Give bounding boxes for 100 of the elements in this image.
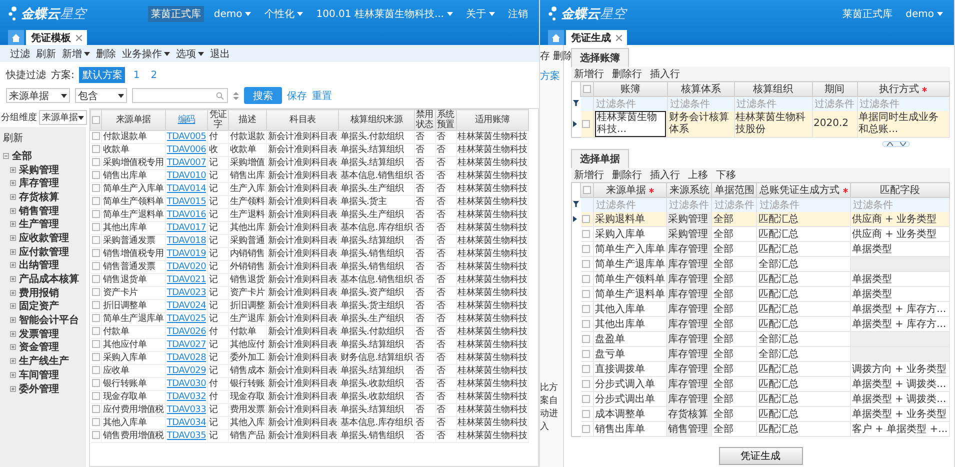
- checkbox[interactable]: [582, 244, 590, 253]
- checkbox[interactable]: [582, 410, 590, 418]
- search-field[interactable]: [132, 88, 228, 103]
- tree-item[interactable]: 生产线生产: [19, 354, 69, 368]
- header-menu-item[interactable]: 注销: [505, 6, 531, 22]
- column-header[interactable]: 禁用状态: [414, 110, 436, 130]
- checkbox[interactable]: [583, 84, 591, 93]
- section-tab[interactable]: 选择单据: [571, 149, 629, 168]
- code-link[interactable]: TDAV007: [165, 156, 208, 170]
- link[interactable]: 重置: [312, 88, 332, 102]
- column-header[interactable]: 科目表: [266, 110, 339, 130]
- code-link[interactable]: TDAV033: [165, 404, 208, 416]
- toolbar-button[interactable]: 新增: [62, 46, 90, 60]
- expand-icon[interactable]: [10, 234, 16, 241]
- checkbox[interactable]: [582, 334, 590, 343]
- header-menu-item[interactable]: 莱茵正式库: [148, 6, 204, 22]
- scheme-tab[interactable]: 1: [130, 68, 143, 82]
- code-link[interactable]: TDAV026: [165, 326, 208, 338]
- column-header[interactable]: 单据范围: [712, 182, 757, 198]
- operator-select[interactable]: 包含: [75, 88, 127, 103]
- scheme-link[interactable]: 方案: [540, 69, 563, 83]
- generate-voucher-button[interactable]: 凭证生成: [718, 447, 802, 465]
- column-header[interactable]: 来源系统: [666, 182, 712, 198]
- toolbar-button[interactable]: 刷新: [36, 46, 56, 60]
- code-link[interactable]: TDAV006: [165, 144, 208, 156]
- toolbar-button[interactable]: 上移: [688, 168, 708, 182]
- expand-icon[interactable]: [10, 221, 16, 228]
- checkbox[interactable]: [92, 223, 100, 232]
- expand-icon[interactable]: [10, 386, 16, 392]
- checkbox[interactable]: [92, 197, 100, 206]
- checkbox[interactable]: [92, 379, 100, 388]
- column-header[interactable]: 期间: [812, 82, 858, 96]
- checkbox[interactable]: [582, 214, 590, 223]
- toolbar-button[interactable]: 退出: [210, 46, 230, 60]
- checkbox[interactable]: [583, 186, 592, 194]
- column-header[interactable]: 来源单据: [594, 182, 667, 198]
- checkbox[interactable]: [92, 236, 100, 244]
- expand-icon[interactable]: [10, 180, 16, 186]
- refresh-link[interactable]: 刷新: [0, 129, 86, 149]
- expand-icon[interactable]: [10, 372, 16, 378]
- expand-icon[interactable]: [10, 208, 16, 214]
- header-menu-item[interactable]: demo: [210, 8, 254, 20]
- toolbar-button[interactable]: 选项: [176, 46, 204, 60]
- checkbox[interactable]: [92, 171, 100, 180]
- code-link[interactable]: TDAV032: [165, 390, 208, 404]
- code-link[interactable]: TDAV029: [165, 364, 208, 378]
- code-link[interactable]: TDAV028: [165, 352, 208, 364]
- tree-item[interactable]: 销售管理: [19, 204, 59, 218]
- tree-item[interactable]: 智能会计平台: [19, 313, 79, 328]
- checkbox[interactable]: [582, 290, 590, 298]
- code-link[interactable]: TDAV030: [165, 378, 208, 390]
- header-menu-item[interactable]: 个性化: [261, 6, 306, 22]
- toolbar-button[interactable]: 业务操作: [122, 46, 170, 60]
- checkbox[interactable]: [92, 327, 100, 336]
- collapse-icon[interactable]: [3, 152, 9, 159]
- toolbar-button[interactable]: 删除行: [612, 67, 642, 81]
- close-icon[interactable]: [616, 34, 622, 40]
- toolbar-button[interactable]: 新增行: [574, 168, 604, 182]
- code-link[interactable]: TDAV027: [165, 338, 208, 352]
- column-header[interactable]: 执行方式: [857, 82, 950, 96]
- sort-icon[interactable]: [233, 92, 239, 100]
- tree-item[interactable]: 费用报销: [19, 286, 59, 300]
- checkbox[interactable]: [92, 275, 100, 284]
- expand-icon[interactable]: [10, 166, 16, 173]
- column-header[interactable]: 核算组织: [734, 82, 812, 96]
- link[interactable]: 保存: [287, 88, 307, 102]
- checkbox[interactable]: [92, 249, 100, 258]
- toolbar-button[interactable]: 删除: [96, 46, 116, 60]
- checkbox[interactable]: [92, 392, 100, 400]
- expand-icon[interactable]: [10, 276, 16, 282]
- code-link[interactable]: TDAV023: [165, 286, 208, 300]
- toolbar-button[interactable]: 新增行: [574, 67, 604, 81]
- section-tab[interactable]: 选择账簿: [571, 48, 629, 67]
- expand-icon[interactable]: [10, 330, 16, 337]
- checkbox[interactable]: [582, 364, 590, 373]
- tree-item[interactable]: 生产管理: [19, 217, 59, 232]
- home-tab[interactable]: [8, 30, 24, 45]
- checkbox[interactable]: [92, 288, 100, 296]
- code-link[interactable]: TDAV021: [165, 274, 208, 286]
- checkbox[interactable]: [582, 394, 590, 403]
- checkbox[interactable]: [92, 431, 100, 440]
- expand-icon[interactable]: [10, 344, 16, 350]
- column-header[interactable]: 总账凭证生成方式: [756, 182, 850, 198]
- checkbox[interactable]: [92, 418, 100, 426]
- checkbox[interactable]: [92, 366, 100, 374]
- checkbox[interactable]: [582, 260, 590, 268]
- code-link[interactable]: TDAV018: [165, 234, 208, 248]
- code-link[interactable]: TDAV019: [165, 248, 208, 260]
- code-link[interactable]: TDAV014: [165, 182, 208, 196]
- scheme-tab[interactable]: 2: [148, 68, 160, 82]
- checkbox[interactable]: [582, 274, 590, 283]
- toolbar-button[interactable]: 删除行: [612, 168, 642, 182]
- checkbox[interactable]: [582, 120, 590, 128]
- checkbox[interactable]: [92, 145, 100, 154]
- code-link[interactable]: TDAV005: [165, 130, 208, 144]
- tree-item[interactable]: 资金管理: [19, 340, 59, 354]
- home-tab[interactable]: [548, 30, 564, 45]
- checkbox[interactable]: [582, 230, 590, 238]
- header-menu-item[interactable]: 100.01 桂林莱茵生物科技...: [313, 6, 456, 22]
- checkbox[interactable]: [92, 262, 100, 270]
